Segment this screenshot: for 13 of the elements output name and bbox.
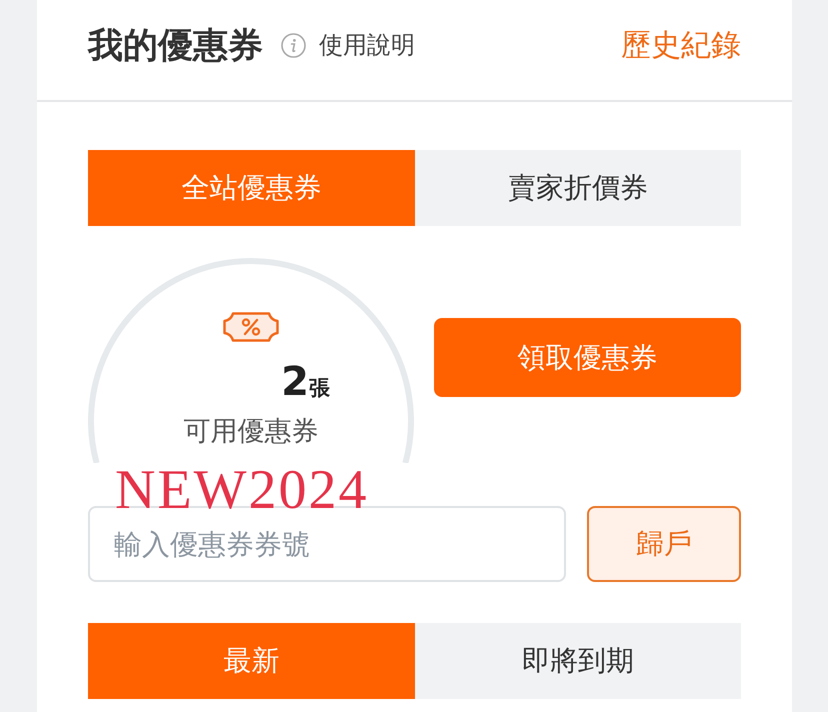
history-link[interactable]: 歷史紀錄 — [621, 24, 741, 66]
tab[interactable]: 最新 — [88, 623, 414, 699]
tab[interactable]: 即將到期 — [414, 623, 741, 699]
page-title: 我的優惠券 — [88, 24, 263, 68]
count-caption: 可用優惠券 — [184, 416, 318, 448]
tab[interactable]: 賣家折價券 — [414, 150, 741, 226]
tab[interactable]: 全站優惠券 — [88, 150, 414, 226]
coupon-count: 2張 — [281, 362, 330, 402]
redeem-button[interactable]: 歸戶 — [587, 506, 741, 582]
coupon-icon — [223, 312, 279, 342]
help-link[interactable]: 使用說明 — [281, 29, 415, 61]
claim-coupon-button[interactable]: 領取優惠券 — [434, 318, 741, 397]
info-icon — [281, 32, 306, 58]
